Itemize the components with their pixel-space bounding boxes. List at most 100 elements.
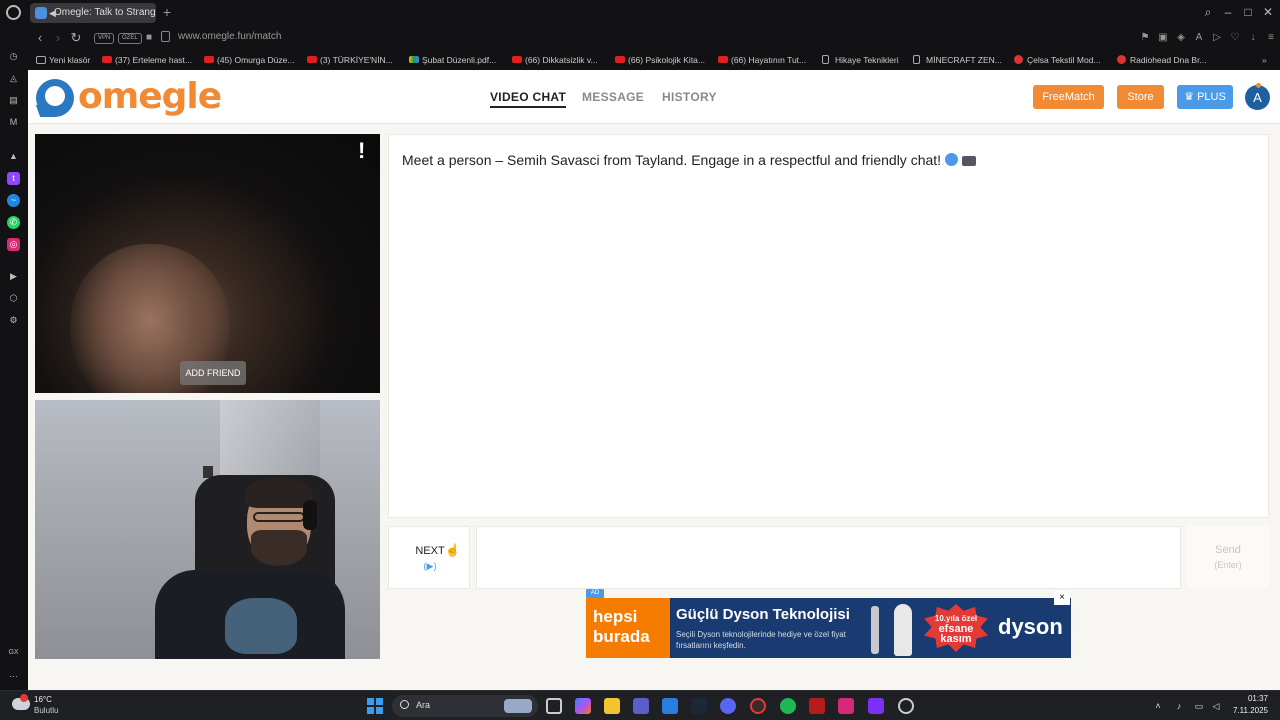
file-explorer-icon[interactable] (604, 698, 620, 714)
store-button[interactable]: Store (1117, 85, 1164, 109)
store-app-icon[interactable] (662, 698, 678, 714)
news-icon[interactable]: ▤ (7, 94, 20, 107)
chat-intro-message: Meet a person – Semih Savasci from Tayla… (402, 152, 977, 168)
send-button[interactable]: Send (Enter) (1187, 526, 1269, 589)
youtube-icon (512, 56, 522, 63)
bookmark-item[interactable]: (66) Dikkatsizlik v... (512, 53, 598, 67)
aria-icon[interactable]: ▲ (7, 150, 20, 163)
ad-banner[interactable]: hepsi burada Güçlü Dyson Teknolojisi Seç… (586, 598, 1071, 658)
next-button[interactable]: NEXT (▶) ☝ (388, 526, 470, 589)
instagram-taskbar-icon[interactable] (838, 698, 854, 714)
reload-icon[interactable]: ↻ (68, 30, 84, 46)
whatsapp-icon[interactable]: ✆ (7, 216, 20, 229)
more-bookmarks-icon[interactable]: » (1262, 53, 1267, 67)
notification-dot (1256, 83, 1261, 88)
bookmark-item[interactable]: Yeni klasör (36, 53, 90, 67)
add-friend-button[interactable]: ADD FRIEND (180, 361, 246, 385)
camera-icon (962, 156, 977, 166)
mail-icon[interactable]: M (7, 116, 20, 129)
minimize-icon[interactable]: – (1220, 4, 1236, 20)
discord-icon[interactable] (720, 698, 736, 714)
ad-logo-line1: hepsi (593, 607, 638, 626)
ad-close-icon[interactable]: × (1054, 591, 1070, 605)
browser-tab[interactable]: ◀ Omegle: Talk to Strangers (30, 3, 156, 23)
bookmark-item[interactable]: Çelsa Tekstil Mod... (1014, 53, 1101, 67)
windows-start-icon[interactable] (367, 698, 383, 714)
bookmark-item[interactable]: (37) Erteleme hast... (102, 53, 192, 67)
close-window-icon[interactable]: ✕ (1260, 4, 1276, 20)
spotify-icon[interactable] (780, 698, 796, 714)
taskbar-search[interactable]: Ara (392, 695, 538, 717)
player-sidebar-icon[interactable]: ▶ (7, 270, 20, 283)
new-tab-icon[interactable]: + (160, 3, 174, 21)
more-icon[interactable]: … (7, 668, 20, 681)
youtube-icon (102, 56, 112, 63)
visual-studio-icon[interactable] (868, 698, 884, 714)
forward-icon[interactable]: › (50, 30, 66, 46)
player-icon[interactable]: ▷ (1210, 31, 1224, 45)
gx-icon[interactable]: GX (7, 646, 20, 659)
nav-message[interactable]: MESSAGE (582, 90, 644, 104)
weather-temp[interactable]: 16°C (34, 695, 52, 704)
opera-gx-icon[interactable] (750, 698, 766, 714)
report-icon[interactable]: ! (358, 138, 365, 164)
bookmark-item[interactable]: (45) Omurga Düze... (204, 53, 294, 67)
messenger-icon[interactable]: ~ (7, 194, 20, 207)
bookmark-item[interactable]: (66) Hayatının Tut... (718, 53, 806, 67)
lock-icon[interactable] (161, 31, 170, 42)
ad-promo-badge: 10.yıla özel efsane kasım (924, 604, 988, 652)
plus-button[interactable]: ♛ PLUS (1177, 85, 1233, 109)
avatar[interactable]: A (1245, 85, 1270, 110)
microphone-icon[interactable]: ♪ (1173, 700, 1185, 712)
bookmark-item[interactable]: Hikaye Teknikleri (822, 53, 899, 67)
ai-icon[interactable]: ◬ (7, 72, 20, 85)
download-icon[interactable]: ↓ (1246, 31, 1260, 45)
weather-desc[interactable]: Bulutlu (34, 706, 58, 715)
history-icon[interactable]: ◷ (7, 50, 20, 63)
display-icon[interactable]: ▭ (1193, 700, 1205, 712)
chrome-icon[interactable] (898, 698, 914, 714)
instagram-icon[interactable]: ◎ (7, 238, 20, 251)
badge-line3: kasım (940, 633, 972, 645)
snapshot-icon[interactable]: ▣ (1156, 31, 1170, 45)
folder-icon (36, 56, 46, 64)
maximize-icon[interactable]: □ (1240, 4, 1256, 20)
steam-icon[interactable] (691, 698, 707, 714)
bookmark-item[interactable]: MİNECRAFT ZEN... (913, 53, 1002, 67)
back-icon[interactable]: ‹ (32, 30, 48, 46)
nav-video-chat[interactable]: VIDEO CHAT (490, 90, 567, 108)
bookmark-item[interactable]: Radiohead Dna Br... (1117, 53, 1207, 67)
vpn-badge[interactable]: VPN (94, 33, 115, 44)
opera-logo-icon[interactable] (6, 5, 21, 20)
teams-icon[interactable] (633, 698, 649, 714)
copilot-icon[interactable] (575, 698, 591, 714)
hand-cursor-icon: ☝ (445, 543, 460, 557)
bookmark-item[interactable]: Şubat Düzenli.pdf... (409, 53, 496, 67)
speaker-icon[interactable]: ◀ (49, 3, 56, 23)
private-badge[interactable]: ÖZEL (118, 33, 142, 44)
youtube-icon (718, 56, 728, 63)
url-field[interactable]: www.omegle.fun/match (178, 31, 281, 42)
nav-history[interactable]: HISTORY (662, 90, 717, 104)
pdf-reader-icon[interactable] (809, 698, 825, 714)
bookmark-item[interactable]: (3) TÜRKİYE'NİN... (307, 53, 393, 67)
tray-chevron-icon[interactable]: ˄ (1152, 700, 1164, 712)
heart-icon[interactable]: ♡ (1228, 31, 1242, 45)
bookmark-icon[interactable]: ⚑ (1138, 31, 1152, 45)
menu-icon[interactable]: ≡ (1264, 31, 1278, 45)
volume-icon[interactable]: ◁ (1210, 700, 1222, 712)
clock-time[interactable]: 01:37 (1232, 694, 1268, 703)
extensions-icon[interactable]: ⬡ (7, 292, 20, 305)
clock-date[interactable]: 7.11.2025 (1222, 706, 1268, 715)
camera-indicator-icon[interactable]: ■ (142, 31, 156, 45)
site-header: omegle VIDEO CHAT MESSAGE HISTORY FreeMa… (28, 70, 1280, 124)
search-tabs-icon[interactable]: ⌕ (1200, 4, 1216, 20)
settings-gear-icon[interactable]: ⚙ (7, 314, 20, 327)
shield-icon[interactable]: ◈ (1174, 31, 1188, 45)
task-view-icon[interactable] (546, 698, 562, 714)
translate-icon[interactable]: A (1192, 31, 1206, 45)
twitch-icon[interactable]: t (7, 172, 20, 185)
freematch-button[interactable]: FreeMatch (1033, 85, 1104, 109)
bookmark-item[interactable]: (66) Psikolojik Kita... (615, 53, 705, 67)
message-input[interactable] (476, 526, 1181, 589)
